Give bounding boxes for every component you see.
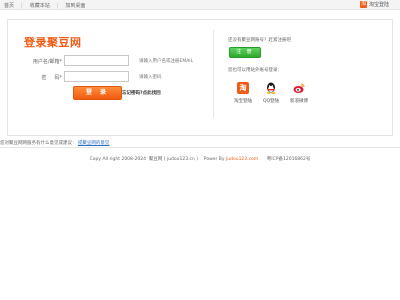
feedback-row: 您对聚豆网网服务有什么意见或建议： 提聚豆网的意见 bbox=[0, 140, 109, 146]
taobao-login-option[interactable]: 淘 淘宝登陆 bbox=[229, 82, 257, 104]
register-prompt: 还没有聚豆网账号？赶紧注册吧 bbox=[228, 38, 291, 43]
register-button[interactable]: 注 册 bbox=[229, 47, 261, 58]
qq-icon bbox=[265, 82, 277, 94]
taobao-login-top[interactable]: 淘 淘宝登陆 bbox=[359, 1, 389, 8]
taobao-icon: 淘 bbox=[359, 1, 367, 8]
username-input[interactable] bbox=[64, 55, 129, 66]
nav-separator: | bbox=[21, 2, 23, 9]
page-title: 登录聚豆网 bbox=[24, 36, 82, 49]
password-label: 密 码* bbox=[41, 75, 62, 81]
taobao-login-label: 淘宝登陆 bbox=[368, 2, 389, 8]
other-login-prompt: 您也可以用站外账号登录： bbox=[228, 68, 282, 73]
username-hint: 请输入用户名或注册EMAIL bbox=[139, 59, 194, 64]
login-panel: 登录聚豆网 用户名/邮箱* 请输入用户名或注册EMAIL 密 码* 请输入密码 … bbox=[7, 19, 393, 136]
feedback-text: 您对聚豆网网服务有什么意见或建议： bbox=[0, 141, 77, 146]
nav-separator: | bbox=[56, 2, 59, 9]
weibo-login-option[interactable]: 新浪微博 bbox=[285, 82, 313, 104]
footer-copyright: Copy All right 2008-2024 聚豆网 ( judou123.… bbox=[89, 157, 225, 162]
horizontal-divider bbox=[0, 147, 400, 148]
weibo-login-caption: 新浪微博 bbox=[290, 99, 308, 104]
qq-login-option[interactable]: QQ登陆 bbox=[257, 82, 285, 104]
footer: Copy All right 2008-2024 聚豆网 ( judou123.… bbox=[0, 156, 400, 162]
forgot-password-link[interactable]: 忘记密码?点此找回 bbox=[122, 90, 161, 96]
username-label: 用户名/邮箱* bbox=[32, 59, 62, 65]
vertical-divider bbox=[213, 30, 214, 118]
top-bar: 首页 | 收藏本站 | 加到桌面 淘 淘宝登陆 bbox=[0, 0, 400, 10]
qq-login-caption: QQ登陆 bbox=[262, 99, 280, 104]
nav-desktop-link[interactable]: 加到桌面 bbox=[65, 2, 85, 9]
top-nav: 首页 | 收藏本站 | 加到桌面 bbox=[4, 2, 85, 10]
weibo-icon bbox=[293, 82, 305, 94]
feedback-link[interactable]: 提聚豆网的意见 bbox=[78, 141, 110, 146]
footer-icp: 粤ICP备12016862号 bbox=[259, 157, 311, 162]
taobao-login-caption: 淘宝登陆 bbox=[234, 99, 252, 104]
nav-home-link[interactable]: 首页 bbox=[4, 2, 14, 9]
password-input[interactable] bbox=[64, 71, 129, 82]
nav-bookmark-link[interactable]: 收藏本站 bbox=[30, 2, 50, 9]
taobao-icon: 淘 bbox=[237, 82, 249, 94]
login-button[interactable]: 登 录 bbox=[73, 86, 122, 100]
password-hint: 请输入密码 bbox=[139, 75, 162, 80]
footer-brand-link[interactable]: judou123.com bbox=[226, 157, 258, 162]
